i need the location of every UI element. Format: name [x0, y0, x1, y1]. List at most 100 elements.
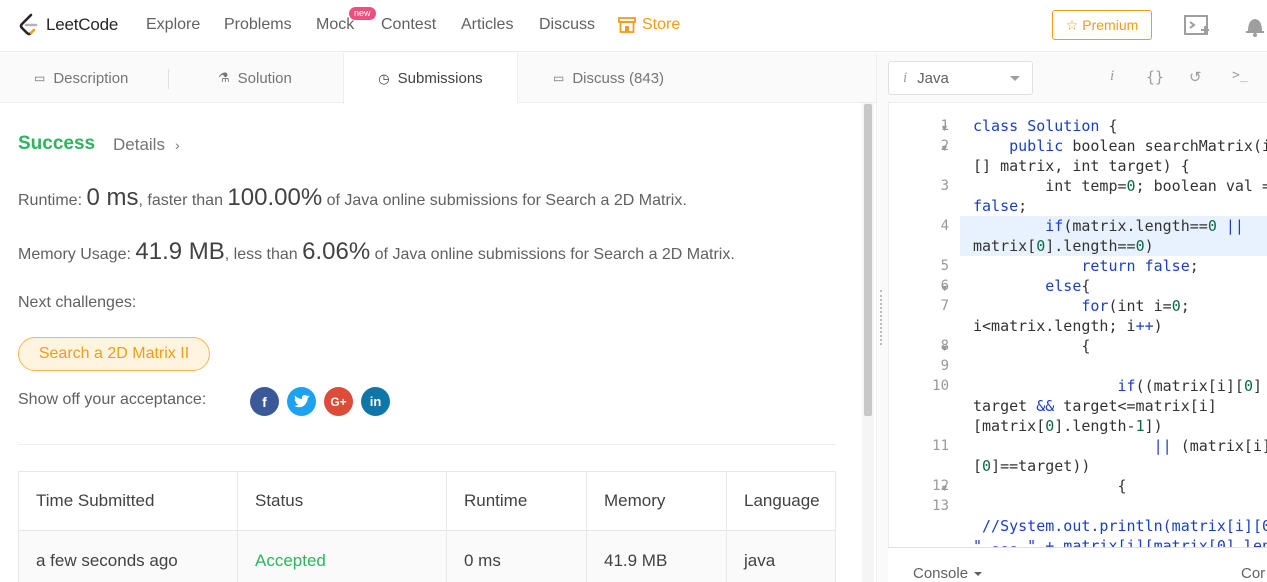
status-accepted-link[interactable]: Accepted — [238, 531, 447, 582]
details-label: Details — [113, 135, 165, 154]
chevron-down-icon — [974, 571, 983, 576]
star-icon: ☆ — [1065, 16, 1079, 33]
code-line: for(int i=0; — [1081, 297, 1190, 315]
linkedin-icon[interactable]: in — [361, 387, 390, 416]
code-line: class Solution { — [973, 117, 1118, 135]
tab-solution[interactable]: ⚗ Solution — [218, 53, 292, 103]
code-line: [matrix[0].length-1]) — [973, 417, 1163, 435]
tab-description-label: Description — [53, 69, 129, 87]
language-select[interactable]: i Java — [888, 61, 1033, 95]
nav-contest[interactable]: Contest — [381, 16, 436, 34]
fold-arrow-icon[interactable]: ▼ — [940, 123, 949, 133]
memory-tail: of Java online submissions for Search a … — [370, 246, 735, 263]
table-cell: 0 ms — [447, 531, 587, 582]
facebook-icon[interactable]: f — [250, 387, 279, 416]
tab-submissions[interactable]: ◷ Submissions — [343, 53, 518, 104]
tab-description[interactable]: ▭ Description — [34, 53, 128, 103]
problem-tabs: ▭ Description ⚗ Solution ◷ Submissions ▭… — [0, 53, 876, 104]
contribute-button[interactable]: Cor — [1241, 565, 1265, 582]
code-line: //System.out.println(matrix[i][0]+ — [982, 517, 1267, 535]
language-glyph: i — [903, 69, 908, 86]
nav-problems[interactable]: Problems — [224, 16, 292, 34]
store-label: Store — [642, 16, 681, 33]
next-challenge-link[interactable]: Search a 2D Matrix II — [18, 337, 210, 371]
table-header-cell[interactable]: Status — [238, 472, 447, 530]
bell-icon[interactable] — [1244, 14, 1266, 38]
nav-mock[interactable]: Mock — [316, 16, 354, 34]
google-plus-icon[interactable]: G+ — [324, 387, 353, 416]
code-line: i<matrix.length; i++) — [973, 317, 1163, 335]
tab-discuss[interactable]: ▭ Discuss (843) — [553, 53, 664, 103]
line-number: 10 — [932, 378, 949, 394]
code-line: || (matrix[i] — [1153, 437, 1267, 455]
leetcode-logo[interactable]: LeetCode — [18, 13, 118, 37]
code-line: { — [973, 477, 1127, 495]
comment-icon: ▭ — [553, 71, 565, 85]
logo-text: LeetCode — [46, 15, 119, 34]
code-line: return false; — [1081, 257, 1199, 275]
fold-arrow-icon[interactable]: ▼ — [940, 143, 949, 153]
code-line: public boolean searchMatrix(int[] — [1009, 137, 1267, 155]
memory-mid: , less than — [224, 246, 303, 263]
memory-label: Memory Usage: — [18, 246, 136, 263]
info-icon[interactable]: i — [1110, 68, 1114, 85]
runtime-mid: , faster than — [138, 192, 228, 209]
new-badge: new — [349, 7, 376, 20]
table-row: a few seconds ago Accepted 0 ms 41.9 MB … — [19, 531, 835, 582]
code-line: target && target<=matrix[i] — [973, 397, 1217, 415]
share-label: Show off your acceptance: — [18, 391, 207, 408]
tab-solution-label: Solution — [237, 69, 292, 87]
code-line: matrix[0].length==0) — [973, 237, 1154, 255]
language-value: Java — [917, 69, 949, 87]
playground-icon[interactable] — [1183, 14, 1211, 38]
line-number: 9 — [940, 358, 949, 374]
chevron-right-icon: › — [174, 137, 180, 153]
table-cell: 41.9 MB — [587, 531, 727, 582]
runtime-label: Runtime: — [18, 192, 87, 209]
next-challenges-label: Next challenges: — [18, 294, 137, 311]
code-line: else{ — [1045, 277, 1091, 295]
reset-icon[interactable]: ↺ — [1189, 68, 1202, 86]
code-line: int temp=0; boolean val = — [973, 177, 1267, 195]
table-header-cell[interactable]: Runtime — [447, 472, 587, 530]
runtime-value: 0 ms — [86, 184, 139, 211]
nav-explore[interactable]: Explore — [146, 16, 200, 34]
nav-discuss[interactable]: Discuss — [539, 16, 595, 34]
success-status: Success — [18, 133, 96, 154]
premium-button[interactable]: ☆ Premium — [1052, 10, 1152, 40]
fold-arrow-icon[interactable]: ▼ — [940, 483, 949, 493]
code-format-icon[interactable]: {} — [1146, 68, 1164, 86]
description-icon: ▭ — [34, 71, 46, 85]
fold-arrow-icon[interactable]: ▼ — [940, 283, 949, 293]
table-cell: a few seconds ago — [19, 531, 238, 582]
splitter-grip-icon[interactable] — [880, 290, 883, 345]
store-icon — [618, 17, 636, 33]
tab-separator — [168, 69, 169, 89]
code-editor[interactable]: 1 2 3 4 5 6 7 8 9 10 11 12 13 ▼ ▼ ▼ ▼ ▼ … — [888, 103, 1267, 547]
memory-value: 41.9 MB — [135, 238, 225, 265]
code-line: " --- " + matrix[i][matrix[0].length-1])… — [973, 537, 1267, 547]
nav-store[interactable]: Store — [618, 16, 680, 34]
terminal-icon[interactable]: >_ — [1232, 68, 1248, 83]
left-scrollbar-thumb[interactable] — [864, 104, 872, 416]
chevron-down-icon — [1010, 76, 1020, 81]
premium-label: Premium — [1082, 17, 1139, 33]
twitter-icon[interactable] — [287, 387, 316, 416]
line-number: 4 — [940, 218, 949, 234]
line-number: 11 — [932, 438, 949, 454]
console-button[interactable]: Console — [913, 565, 983, 582]
line-number: 7 — [940, 298, 949, 314]
memory-stat: Memory Usage: 41.9 MB, less than 6.06% o… — [18, 238, 735, 266]
console-label: Console — [913, 565, 969, 582]
code-line: if(matrix.length==0 || — [1045, 217, 1244, 235]
flask-icon: ⚗ — [218, 70, 230, 85]
nav-articles[interactable]: Articles — [461, 16, 513, 34]
memory-percent: 6.06% — [302, 238, 371, 265]
table-header-cell[interactable]: Memory — [587, 472, 727, 530]
tab-discuss-label: Discuss (843) — [572, 69, 665, 87]
table-header-cell[interactable]: Language — [727, 472, 835, 530]
fold-arrow-icon[interactable]: ▼ — [940, 343, 949, 353]
code-line: false; — [973, 197, 1028, 215]
details-link[interactable]: Details › — [113, 135, 180, 155]
table-header-cell[interactable]: Time Submitted — [19, 472, 238, 530]
